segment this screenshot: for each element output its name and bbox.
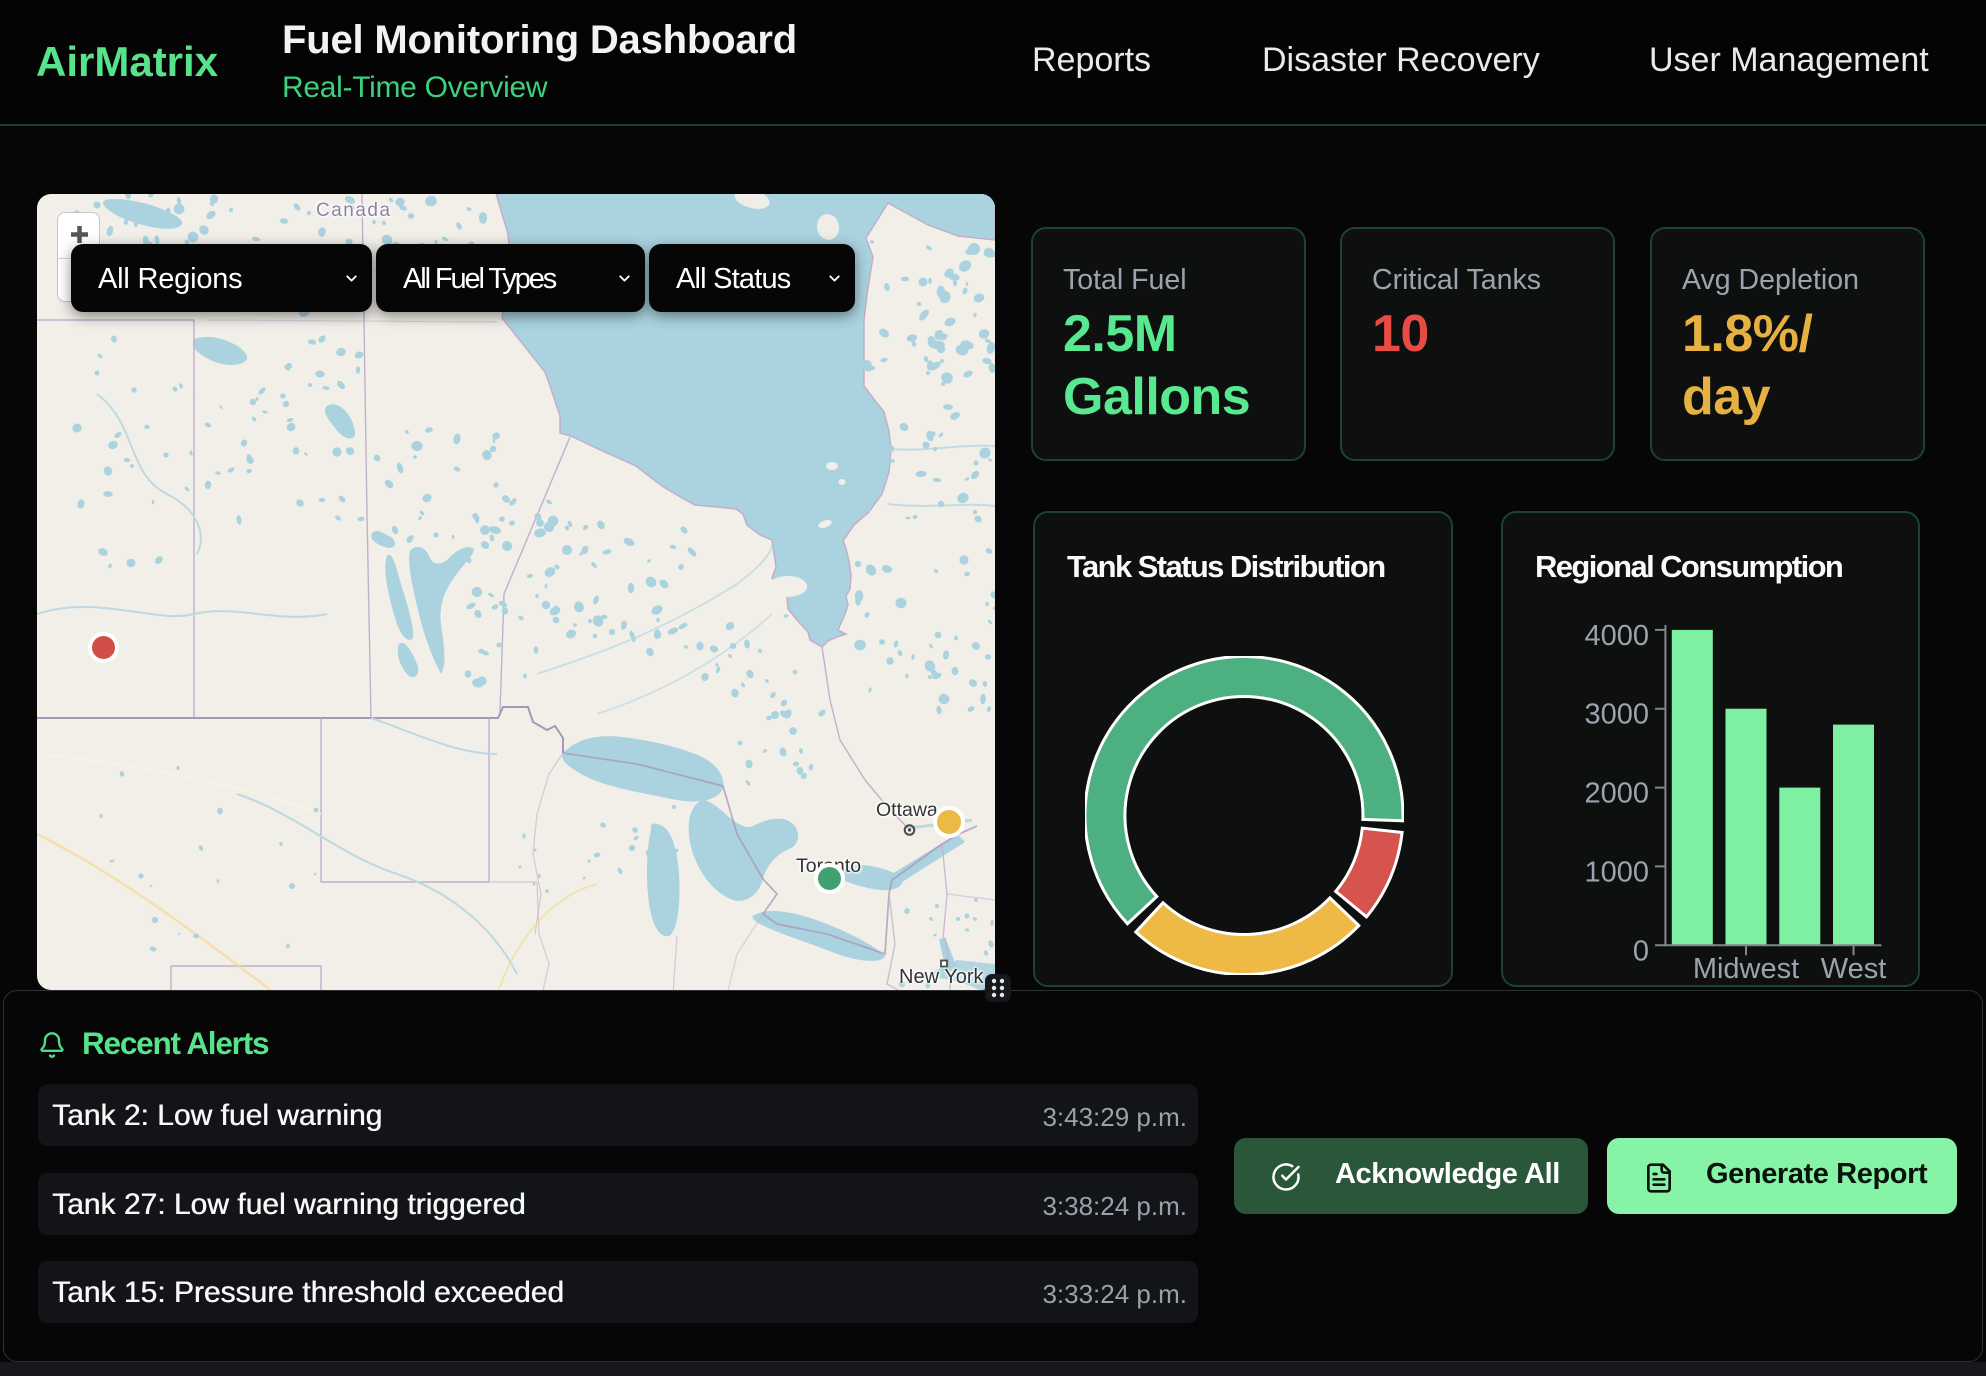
svg-text:West: West [1821,953,1887,985]
svg-text:0: 0 [1633,935,1649,967]
svg-text:Midwest: Midwest [1693,953,1799,985]
svg-text:2000: 2000 [1584,778,1649,810]
svg-text:3000: 3000 [1584,699,1649,731]
svg-text:4000: 4000 [1584,620,1649,652]
svg-text:1000: 1000 [1584,856,1649,888]
